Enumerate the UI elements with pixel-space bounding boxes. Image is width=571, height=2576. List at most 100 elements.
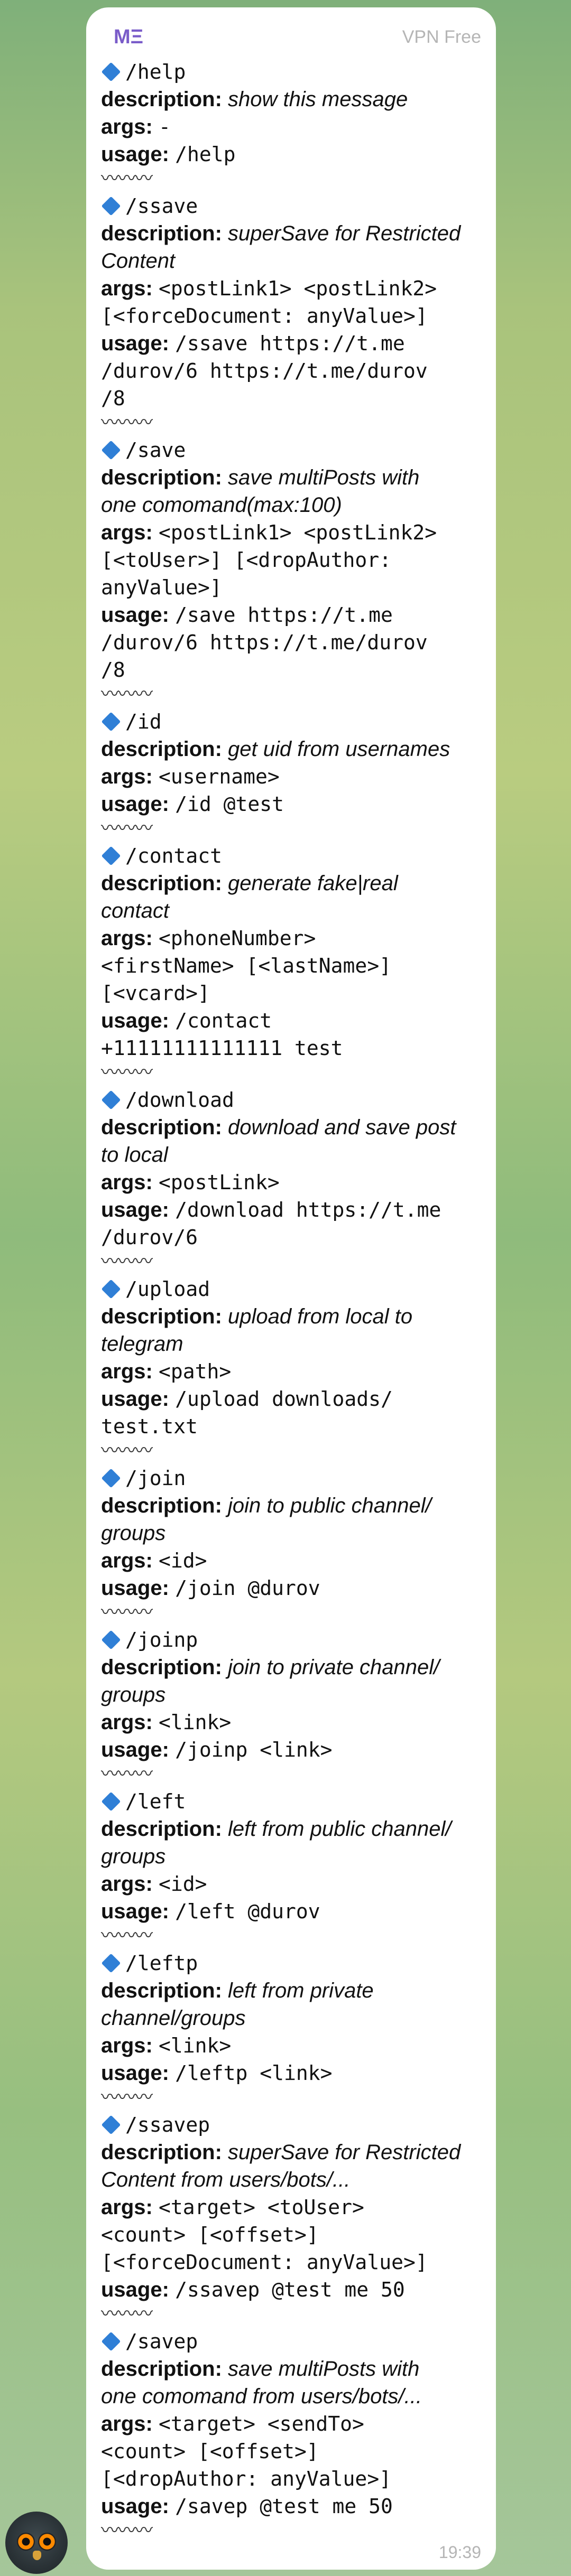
command-item: /ssavep description: superSave for Restri… — [101, 2111, 481, 2325]
wavy-separator: 〰〰〰 — [101, 1441, 153, 1461]
command-title: /left — [101, 1788, 481, 1815]
command-args: args: <link> — [101, 2032, 481, 2059]
command-item: /upload description: upload from local to… — [101, 1275, 481, 1461]
usage-value[interactable]: /joinp <link> — [175, 1738, 332, 1761]
usage-label: usage: — [101, 2495, 169, 2518]
sender-name[interactable]: MΞ — [114, 26, 143, 49]
command-args: <count> [<offset>] — [101, 2221, 481, 2248]
usage-value[interactable]: /ssavep @test me 50 — [175, 2278, 405, 2301]
command-name[interactable]: /ssave — [125, 192, 198, 220]
wavy-separator: 〰〰〰 — [101, 169, 153, 189]
command-title: /download — [101, 1086, 481, 1114]
args-value: <id> — [158, 1872, 207, 1896]
command-usage: usage: /contact — [101, 1007, 481, 1034]
description-label: description: — [101, 1817, 222, 1841]
message-bubble[interactable]: MΞ VPN Free /help description: show this … — [86, 7, 496, 2570]
command-args: [<forceDocument: anyValue>] — [101, 2248, 481, 2276]
wavy-separator: 〰〰〰 — [101, 2521, 153, 2541]
usage-value[interactable]: /save https://t.me — [175, 603, 393, 627]
wavy-separator: 〰〰〰 — [101, 2304, 153, 2324]
args-value: <postLink> — [158, 1171, 280, 1194]
description-label: description: — [101, 2141, 222, 2164]
usage-label: usage: — [101, 2278, 169, 2301]
wavy-separator: 〰〰〰 — [101, 684, 153, 704]
args-value: <link> — [158, 2034, 232, 2057]
usage-value[interactable]: /8 — [101, 387, 125, 410]
usage-value[interactable]: /download https://t.me — [175, 1198, 441, 1221]
args-value: <postLink1> <postLink2> — [158, 277, 437, 300]
args-label: args: — [101, 277, 153, 300]
command-usage: usage: /joinp <link> — [101, 1736, 481, 1763]
usage-label: usage: — [101, 2061, 169, 2085]
usage-value[interactable]: /durov/6 — [101, 1226, 198, 1249]
command-args: args: <link> — [101, 1709, 481, 1736]
usage-value[interactable]: /contact — [175, 1009, 272, 1032]
args-value: <target> <sendTo> — [158, 2412, 364, 2435]
usage-value[interactable]: test.txt — [101, 1415, 198, 1438]
usage-value[interactable]: /savep @test me 50 — [175, 2495, 393, 2518]
command-usage: usage: /left @durov — [101, 1898, 481, 1925]
args-label: args: — [101, 1711, 153, 1734]
usage-value[interactable]: +11111111111111 test — [101, 1037, 343, 1060]
command-name[interactable]: /savep — [125, 2328, 198, 2355]
command-args: args: <phoneNumber> — [101, 925, 481, 952]
args-label: args: — [101, 1872, 153, 1896]
description-label: description: — [101, 1494, 222, 1517]
usage-value[interactable]: /join @durov — [175, 1576, 320, 1600]
blue-diamond-icon — [101, 196, 121, 216]
sender-avatar[interactable] — [5, 2512, 68, 2574]
command-name[interactable]: /ssavep — [125, 2111, 210, 2139]
command-title: /help — [101, 58, 481, 86]
command-args: args: <username> — [101, 763, 481, 790]
args-value: [<dropAuthor: anyValue>] — [101, 2467, 392, 2490]
command-item: /download description: download and save … — [101, 1086, 481, 1272]
command-name[interactable]: /save — [125, 436, 186, 464]
command-args: args: <path> — [101, 1358, 481, 1385]
command-args: args: <postLink1> <postLink2> — [101, 519, 481, 546]
usage-value[interactable]: /8 — [101, 658, 125, 682]
command-name[interactable]: /leftp — [125, 1949, 198, 1977]
wavy-separator: 〰〰〰 — [101, 1764, 153, 1784]
command-args: args: <id> — [101, 1547, 481, 1574]
command-usage: usage: /save https://t.me — [101, 601, 481, 629]
description-label: description: — [101, 466, 222, 489]
command-usage: usage: /download https://t.me — [101, 1196, 481, 1224]
command-usage: usage: /id @test — [101, 790, 481, 818]
command-item: /save description: save multiPosts with o… — [101, 436, 481, 705]
command-name[interactable]: /upload — [125, 1275, 210, 1303]
usage-value[interactable]: /id @test — [175, 792, 284, 816]
command-name[interactable]: /help — [125, 58, 186, 86]
command-name[interactable]: /joinp — [125, 1626, 198, 1654]
command-description: description: save multiPosts with one co… — [101, 2355, 481, 2410]
args-value: [<forceDocument: anyValue>] — [101, 304, 428, 328]
command-description: description: join to public channel/ gro… — [101, 1492, 481, 1547]
command-name[interactable]: /left — [125, 1788, 186, 1815]
args-value: <postLink1> <postLink2> — [158, 521, 437, 544]
command-args: [<dropAuthor: anyValue>] — [101, 2465, 481, 2493]
command-name[interactable]: /id — [125, 708, 162, 735]
blue-diamond-icon — [101, 2331, 121, 2351]
command-name[interactable]: /join — [125, 1464, 186, 1492]
usage-value[interactable]: /help — [175, 143, 235, 166]
command-usage: usage: /ssavep @test me 50 — [101, 2276, 481, 2303]
command-name[interactable]: /contact — [125, 842, 222, 870]
usage-value[interactable]: /left @durov — [175, 1900, 320, 1923]
args-value: <phoneNumber> — [158, 927, 316, 950]
usage-value[interactable]: /leftp <link> — [175, 2061, 332, 2085]
command-args: [<vcard>] — [101, 979, 481, 1007]
command-title: /contact — [101, 842, 481, 870]
command-args: anyValue>] — [101, 574, 481, 601]
args-value: <target> <toUser> — [158, 2196, 364, 2219]
usage-value[interactable]: /durov/6 https://t.me/durov — [101, 631, 428, 654]
args-label: args: — [101, 2034, 153, 2057]
blue-diamond-icon — [101, 1090, 121, 1110]
command-usage: /durov/6 — [101, 1224, 481, 1251]
command-item: /id description: get uid from usernames ar… — [101, 708, 481, 839]
usage-value[interactable]: /upload downloads/ — [175, 1387, 393, 1411]
usage-value[interactable]: /durov/6 https://t.me/durov — [101, 359, 428, 382]
usage-label: usage: — [101, 143, 169, 166]
vpn-badge: VPN Free — [402, 26, 481, 47]
blue-diamond-icon — [101, 1279, 121, 1299]
usage-value[interactable]: /ssave https://t.me — [175, 332, 405, 355]
command-name[interactable]: /download — [125, 1086, 234, 1114]
